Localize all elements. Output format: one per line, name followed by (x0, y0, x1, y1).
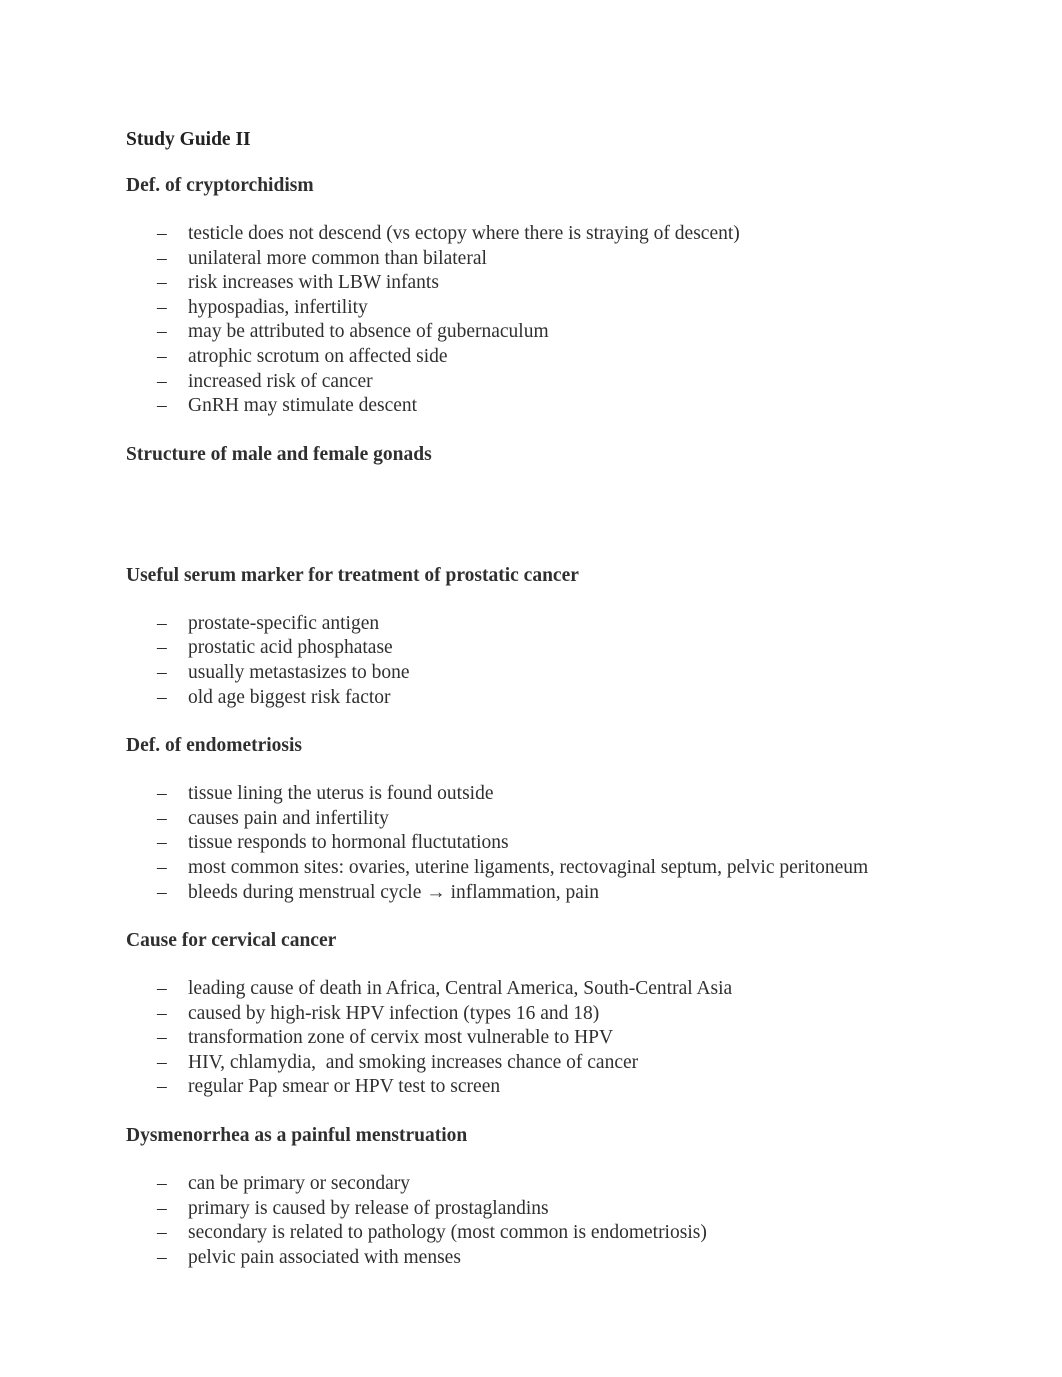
list-item: – testicle does not descend (vs ectopy wh… (126, 222, 936, 247)
document-section: Structure of male and female gonads (126, 443, 936, 540)
bullet-dash-icon: – (157, 1246, 167, 1268)
bullet-dash-icon: – (157, 807, 167, 829)
bullet-list: – tissue lining the uterus is found outsi… (126, 782, 936, 905)
list-item-label: prostate-specific antigen (188, 612, 380, 634)
bullet-dash-icon: – (157, 223, 167, 244)
list-item-label: atrophic scrotum on affected side (188, 345, 448, 367)
list-item: – most common sites: ovaries, uterine lig… (126, 856, 936, 881)
list-item: – atrophic scrotum on affected side (126, 345, 936, 370)
list-item: – caused by high-risk HPV infection (type… (126, 1002, 936, 1027)
bullet-dash-icon: – (157, 637, 167, 659)
bullet-dash-icon: – (157, 1051, 167, 1073)
document-section: Useful serum marker for treatment of pro… (126, 564, 936, 710)
list-item-label: tissue responds to hormonal fluctutation… (188, 832, 509, 854)
bullet-dash-icon: – (157, 1076, 167, 1098)
bullet-list: – leading cause of death in Africa, Centr… (126, 977, 936, 1100)
page-title: Study Guide II (126, 129, 251, 150)
section-heading: Dysmenorrhea as a painful menstruation (126, 1125, 468, 1147)
list-item: – unilateral more common than bilateral (126, 247, 936, 272)
list-item-label: pelvic pain associated with menses (188, 1246, 461, 1268)
list-item-label: hypospadias, infertility (188, 296, 368, 318)
bullet-dash-icon: – (157, 272, 167, 294)
document-body: Def. of cryptorchidism – testicle does not… (126, 174, 936, 1270)
list-item: – hypospadias, infertility (126, 296, 936, 321)
list-item: – pelvic pain associated with menses (126, 1246, 936, 1271)
list-item: – primary is caused by release of prostag… (126, 1197, 936, 1222)
list-item-label: primary is caused by release of prostagl… (188, 1197, 549, 1219)
list-item-label: prostatic acid phosphatase (188, 637, 393, 659)
bullet-dash-icon: – (157, 1002, 167, 1024)
bullet-dash-icon: – (157, 661, 167, 683)
list-item-label: HIV, chlamydia, and smoking increases ch… (188, 1051, 639, 1073)
section-heading: Def. of endometriosis (126, 735, 303, 757)
list-item-label: causes pain and infertility (188, 807, 389, 829)
bullet-dash-icon: – (157, 247, 167, 269)
bullet-dash-icon: – (157, 370, 167, 392)
list-item: – bleeds during menstrual cycle → inflamm… (126, 881, 936, 906)
list-item: – GnRH may stimulate descent (126, 394, 936, 419)
list-item: – leading cause of death in Africa, Centr… (126, 977, 936, 1002)
section-heading: Def. of cryptorchidism (126, 175, 314, 196)
list-item: – HIV, chlamydia, and smoking increases c… (126, 1051, 936, 1076)
blank-content-area (126, 467, 936, 540)
bullet-dash-icon: – (157, 832, 167, 854)
bullet-dash-icon: – (157, 1197, 167, 1219)
list-item: – can be primary or secondary (126, 1172, 936, 1197)
bullet-dash-icon: – (157, 783, 167, 805)
list-item-label: risk increases with LBW infants (188, 272, 439, 294)
bullet-dash-icon: – (157, 612, 167, 634)
bullet-list: – can be primary or secondary – primary is … (126, 1172, 936, 1270)
document-page: Study Guide II Def. of cryptorchidism – te… (0, 0, 1062, 1377)
list-item-label: can be primary or secondary (188, 1173, 410, 1195)
list-item: – transformation zone of cervix most vuln… (126, 1026, 936, 1051)
list-item: – prostatic acid phosphatase (126, 636, 936, 661)
list-item-label: testicle does not descend (vs ectopy whe… (188, 223, 740, 244)
section-heading: Useful serum marker for treatment of pro… (126, 564, 579, 586)
bullet-list: – prostate-specific antigen – prostatic aci… (126, 612, 936, 710)
list-item-label: transformation zone of cervix most vulne… (188, 1027, 614, 1049)
list-item: – secondary is related to pathology (most… (126, 1221, 936, 1246)
bullet-dash-icon: – (157, 978, 167, 1000)
list-item: – may be attributed to absence of guberna… (126, 320, 936, 345)
bullet-list: – testicle does not descend (vs ectopy wh… (126, 222, 936, 419)
list-item-label: usually metastasizes to bone (188, 661, 410, 683)
list-item: – tissue lining the uterus is found outsi… (126, 782, 936, 807)
section-heading: Cause for cervical cancer (126, 930, 337, 952)
bullet-dash-icon: – (157, 321, 167, 343)
list-item-label: unilateral more common than bilateral (188, 247, 487, 269)
list-item-label: may be attributed to absence of gubernac… (188, 321, 549, 343)
list-item: – usually metastasizes to bone (126, 661, 936, 686)
document-section: Cause for cervical cancer – leading cause … (126, 929, 936, 1100)
list-item: – regular Pap smear or HPV test to screen (126, 1075, 936, 1100)
document-section: Def. of cryptorchidism – testicle does not… (126, 174, 936, 419)
bullet-dash-icon: – (157, 856, 167, 878)
bullet-dash-icon: – (157, 881, 167, 903)
list-item-label: increased risk of cancer (188, 370, 373, 392)
list-item-label: bleeds during menstrual cycle → inflamma… (188, 881, 600, 903)
list-item-label: GnRH may stimulate descent (188, 395, 418, 417)
document-section: Dysmenorrhea as a painful menstruation – c… (126, 1124, 936, 1270)
bullet-dash-icon: – (157, 1027, 167, 1049)
bullet-dash-icon: – (157, 296, 167, 318)
list-item-label: leading cause of death in Africa, Centra… (188, 978, 733, 1000)
list-item-label: most common sites: ovaries, uterine liga… (188, 856, 869, 878)
list-item: – tissue responds to hormonal fluctutatio… (126, 831, 936, 856)
list-item-label: caused by high-risk HPV infection (types… (188, 1002, 600, 1024)
list-item-label: old age biggest risk factor (188, 686, 391, 708)
document-section: Def. of endometriosis – tissue lining the … (126, 734, 936, 905)
list-item: – risk increases with LBW infants (126, 271, 936, 296)
bullet-dash-icon: – (157, 395, 167, 417)
bullet-dash-icon: – (157, 1173, 167, 1195)
bullet-dash-icon: – (157, 345, 167, 367)
section-heading: Structure of male and female gonads (126, 443, 432, 465)
list-item-label: regular Pap smear or HPV test to screen (188, 1076, 501, 1098)
list-item-label: tissue lining the uterus is found outsid… (188, 783, 494, 805)
bullet-dash-icon: – (157, 1222, 167, 1244)
list-item: – old age biggest risk factor (126, 686, 936, 711)
list-item: – prostate-specific antigen (126, 612, 936, 637)
bullet-dash-icon: – (157, 686, 167, 708)
list-item: – increased risk of cancer (126, 370, 936, 395)
list-item-label: secondary is related to pathology (most … (188, 1222, 707, 1244)
list-item: – causes pain and infertility (126, 807, 936, 832)
